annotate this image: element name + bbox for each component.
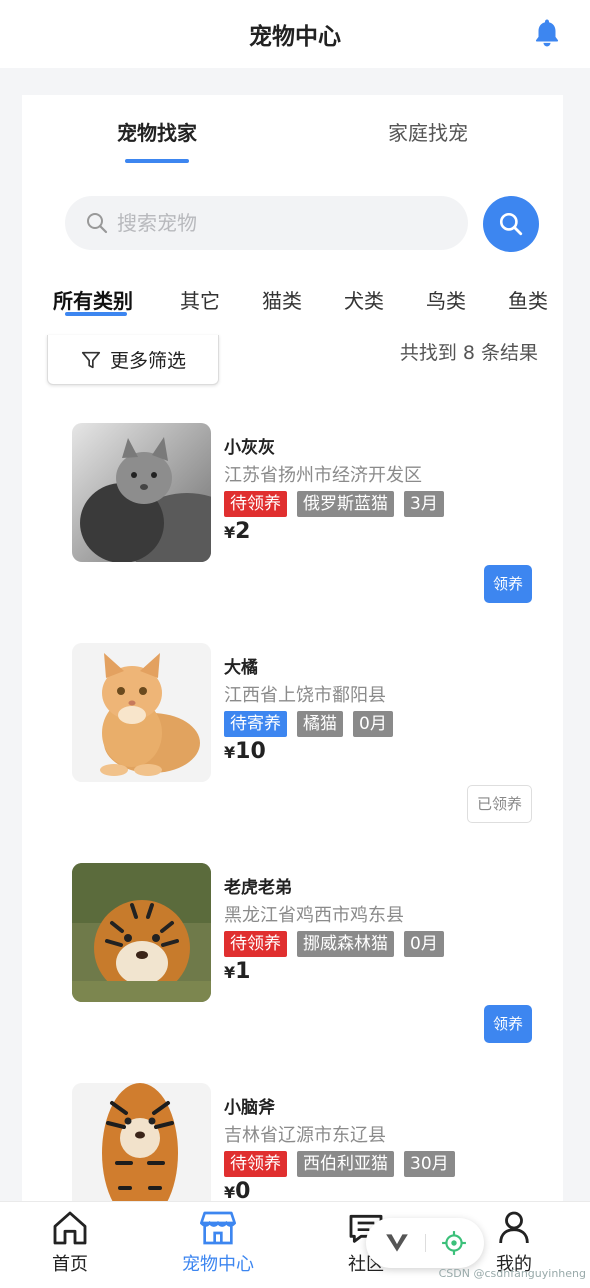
main-panel: 宠物找家 家庭找宠 所有类别 其它 猫类 犬类 鸟类 鱼类 更多筛选 共找到 8…	[22, 95, 563, 1205]
age-badge: 0月	[353, 711, 393, 737]
breed-badge: 西伯利亚猫	[297, 1151, 394, 1177]
bell-icon[interactable]	[530, 16, 564, 50]
home-icon	[53, 1211, 87, 1245]
pet-name: 老虎老弟	[224, 878, 292, 898]
pet-price: ¥10	[224, 739, 266, 764]
search-bar	[65, 196, 468, 250]
collapse-icon[interactable]	[384, 1232, 410, 1254]
category-bird[interactable]: 鸟类	[426, 285, 466, 314]
page-title: 宠物中心	[249, 24, 341, 50]
pet-name: 大橘	[224, 658, 258, 678]
pet-card[interactable]: 小灰灰 江苏省扬州市经济开发区 待领养 俄罗斯蓝猫 3月 ¥2 领养	[72, 423, 532, 623]
pet-photo	[72, 1083, 211, 1205]
adopted-button: 已领养	[466, 785, 532, 823]
breed-badge: 俄罗斯蓝猫	[297, 491, 394, 517]
pet-location: 江苏省扬州市经济开发区	[224, 465, 422, 486]
pet-location: 黑龙江省鸡西市鸡东县	[224, 905, 404, 926]
pet-card[interactable]: 小脑斧 吉林省辽源市东辽县 待领养 西伯利亚猫 30月 ¥0 领养	[72, 1083, 532, 1205]
app-header: 宠物中心	[0, 0, 590, 68]
pet-price: ¥2	[224, 519, 250, 544]
currency-symbol: ¥	[224, 963, 236, 982]
pet-name: 小灰灰	[224, 438, 275, 458]
category-other[interactable]: 其它	[180, 285, 220, 314]
age-badge: 30月	[404, 1151, 455, 1177]
status-badge: 待领养	[224, 931, 287, 957]
pet-location: 吉林省辽源市东辽县	[224, 1125, 386, 1146]
status-badge: 待领养	[224, 1151, 287, 1177]
category-fish[interactable]: 鱼类	[508, 285, 548, 314]
pet-tags: 待领养 挪威森林猫 0月	[224, 931, 444, 957]
pet-location: 江西省上饶市鄱阳县	[224, 685, 386, 706]
nav-home[interactable]: 首页	[20, 1208, 120, 1276]
status-badge: 待寄养	[224, 711, 287, 737]
age-badge: 3月	[404, 491, 444, 517]
nav-pet-center[interactable]: 宠物中心	[168, 1208, 268, 1276]
search-button[interactable]	[483, 196, 539, 252]
category-cat[interactable]: 猫类	[262, 285, 302, 314]
pet-tags: 待领养 俄罗斯蓝猫 3月	[224, 491, 444, 517]
floating-toolbar[interactable]	[366, 1218, 484, 1268]
breed-badge: 挪威森林猫	[297, 931, 394, 957]
adopt-button[interactable]: 领养	[483, 1005, 532, 1043]
price-value: 1	[235, 959, 251, 984]
search-input[interactable]	[117, 211, 417, 235]
search-icon	[87, 213, 108, 234]
filter-icon	[81, 351, 101, 368]
pet-name: 小脑斧	[224, 1098, 275, 1118]
currency-symbol: ¥	[224, 523, 236, 542]
more-filters-label: 更多筛选	[109, 350, 186, 372]
tab-pet-find-home[interactable]: 宠物找家	[67, 117, 247, 146]
nav-pet-center-label: 宠物中心	[182, 1254, 254, 1275]
category-bar: 所有类别 其它 猫类 犬类 鸟类 鱼类	[22, 281, 563, 321]
category-active-indicator	[65, 312, 127, 316]
result-count: 共找到 8 条结果	[399, 342, 538, 364]
pet-card[interactable]: 大橘 江西省上饶市鄱阳县 待寄养 橘猫 0月 ¥10 已领养	[72, 643, 532, 843]
crosshair-icon[interactable]	[441, 1230, 467, 1256]
tab-bar: 宠物找家 家庭找宠	[22, 95, 563, 175]
pet-tags: 待寄养 橘猫 0月	[224, 711, 393, 737]
breed-badge: 橘猫	[297, 711, 343, 737]
adopt-button[interactable]: 领养	[483, 565, 532, 603]
status-badge: 待领养	[224, 491, 287, 517]
divider	[424, 1234, 426, 1252]
nav-home-label: 首页	[52, 1254, 88, 1275]
price-value: 2	[235, 519, 251, 544]
watermark: CSDN @csdnfanguyinheng	[438, 1267, 586, 1280]
pet-photo	[72, 423, 211, 562]
currency-symbol: ¥	[224, 743, 236, 762]
currency-symbol: ¥	[224, 1183, 236, 1202]
more-filters-button[interactable]: 更多筛选	[47, 335, 219, 385]
pet-photo	[72, 643, 211, 782]
store-icon	[200, 1211, 237, 1245]
category-all[interactable]: 所有类别	[53, 285, 133, 314]
pet-tags: 待领养 西伯利亚猫 30月	[224, 1151, 455, 1177]
age-badge: 0月	[404, 931, 444, 957]
tab-home-find-pet[interactable]: 家庭找宠	[338, 117, 518, 146]
price-value: 10	[235, 739, 266, 764]
category-dog[interactable]: 犬类	[344, 285, 384, 314]
tab-active-indicator	[125, 159, 189, 163]
pet-card[interactable]: 老虎老弟 黑龙江省鸡西市鸡东县 待领养 挪威森林猫 0月 ¥1 领养	[72, 863, 532, 1063]
pet-photo	[72, 863, 211, 1002]
search-icon	[499, 212, 523, 236]
pet-price: ¥1	[224, 959, 250, 984]
user-icon	[499, 1211, 529, 1244]
